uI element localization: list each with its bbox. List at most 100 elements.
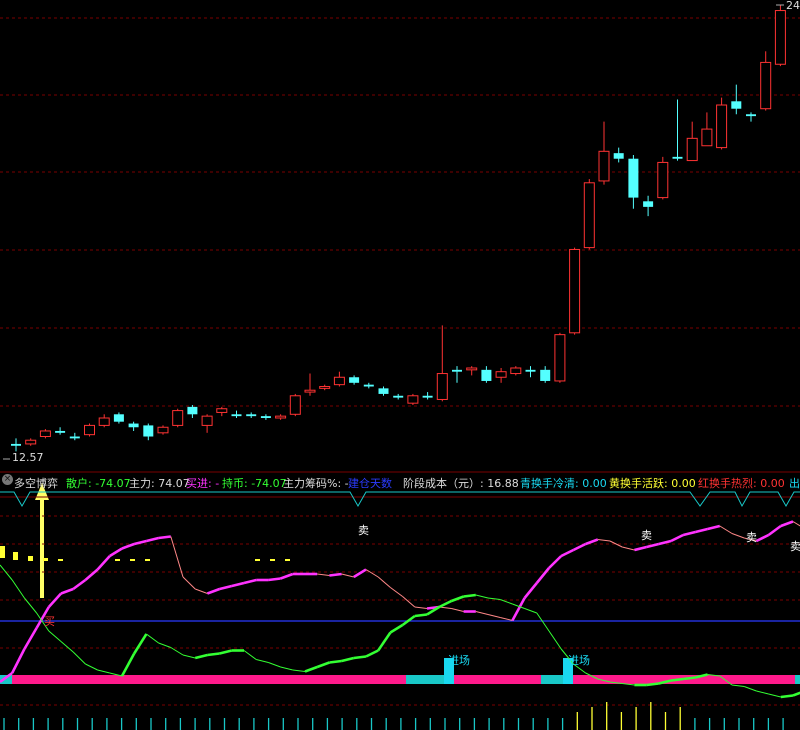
- green-line-segment: [85, 663, 98, 671]
- candle-body: [672, 156, 683, 159]
- collapse-icon[interactable]: ×: [2, 474, 13, 485]
- main-line-segment: [243, 578, 257, 585]
- green-line-segment: [256, 659, 269, 663]
- indicator-lines: [0, 520, 800, 699]
- candle-body: [201, 415, 213, 426]
- main-line-segment: [170, 536, 184, 578]
- main-line-segment: [60, 587, 74, 595]
- green-line-segment: [438, 599, 452, 609]
- green-line-segment: [133, 633, 148, 655]
- green-line-segment: [60, 641, 74, 653]
- candle-body: [289, 395, 301, 415]
- retail-value: 散户: -74.07: [66, 477, 131, 490]
- green-line-segment: [744, 686, 757, 692]
- candle-body: [231, 414, 242, 417]
- main-line-segment: [597, 539, 611, 542]
- main-line-segment: [780, 520, 794, 528]
- green-line-segment: [48, 630, 62, 642]
- chip-pct-value: 主力筹码%: -: [283, 477, 349, 490]
- sell-signal: 卖: [641, 529, 652, 542]
- green-line-segment: [146, 633, 159, 644]
- candle-body: [686, 137, 698, 162]
- green-line-segment: [219, 649, 233, 655]
- yellow-turnover-value: 黄换手活跃: 0.00: [609, 477, 696, 490]
- main-line-segment: [451, 608, 464, 612]
- green-line-segment: [792, 691, 800, 697]
- indicator-grid: [0, 496, 800, 706]
- green-line-segment: [670, 677, 684, 682]
- candle-body: [643, 201, 654, 207]
- candle-body: [55, 430, 66, 433]
- chart-canvas: [0, 4, 800, 730]
- main-line-segment: [96, 555, 111, 571]
- main-line-segment: [731, 533, 745, 539]
- green-line-segment: [389, 623, 404, 634]
- green-line-segment: [756, 690, 769, 695]
- candle-body: [363, 384, 374, 387]
- enter-signal: 进场: [448, 654, 470, 667]
- main-line-segment: [109, 547, 123, 558]
- main-line-segment: [365, 569, 379, 578]
- candle-body: [774, 10, 786, 65]
- high-price-label: 24: [786, 0, 800, 12]
- candle-body: [422, 395, 433, 398]
- candle-body: [466, 367, 478, 371]
- main-line-segment: [500, 617, 513, 621]
- green-line-segment: [207, 652, 220, 657]
- green-line-segment: [683, 676, 696, 681]
- candle-body: [598, 150, 610, 182]
- stage-cost-value: 阶段成本（元）: 16.88: [403, 477, 519, 490]
- green-line-segment: [182, 654, 196, 659]
- main-line-segment: [23, 627, 38, 650]
- cyan-turnover-value: 青换手冷清: 0.00: [520, 477, 607, 490]
- main-line-segment: [585, 538, 599, 546]
- low-price-label: 12.57: [12, 451, 44, 464]
- candle-body: [84, 424, 95, 436]
- main-line-segment: [719, 525, 733, 534]
- candle-body: [495, 371, 507, 378]
- main-line-segment: [487, 614, 501, 618]
- candle-body: [436, 373, 448, 400]
- candle-body: [143, 425, 154, 437]
- sell-signal: 卖: [358, 524, 369, 537]
- volume-ticks: [3, 702, 784, 730]
- green-line-segment: [304, 665, 318, 673]
- main-line-segment: [72, 578, 87, 591]
- main-line-segment: [767, 524, 782, 537]
- candle-body: [760, 61, 772, 110]
- candle-body: [157, 426, 169, 434]
- green-line-segment: [280, 666, 293, 671]
- candle-body: [187, 406, 198, 415]
- green-line-segment: [463, 593, 476, 598]
- green-line-segment: [646, 682, 659, 687]
- buy-signal: 买: [44, 615, 55, 628]
- main-line-segment: [682, 530, 696, 537]
- candle-body: [407, 395, 419, 404]
- green-line-segment: [316, 661, 330, 669]
- indicator-name[interactable]: 多空博弈: [14, 474, 58, 494]
- candle-body: [25, 439, 37, 445]
- candle-body: [569, 248, 581, 334]
- candle-body: [510, 367, 522, 375]
- hold-value: 持币: -74.07: [222, 477, 287, 490]
- green-line-segment: [72, 651, 86, 665]
- candle-body: [393, 395, 404, 398]
- green-line-segment: [268, 662, 281, 668]
- candle-body: [701, 128, 713, 147]
- main-line-segment: [622, 546, 635, 551]
- enter-signal: 进场: [568, 654, 590, 667]
- main-line-segment: [548, 555, 563, 569]
- candle-body: [378, 388, 389, 394]
- main-line-segment: [317, 573, 330, 576]
- green-line-segment: [158, 642, 171, 648]
- green-line-segment: [780, 694, 794, 699]
- candle-body: [731, 101, 742, 109]
- green-line-segment: [536, 612, 550, 632]
- main-line-segment: [146, 536, 159, 543]
- green-line-segment: [365, 649, 379, 658]
- band-segment: [406, 675, 444, 684]
- green-line-segment: [292, 669, 306, 672]
- candle-body: [128, 423, 139, 428]
- candle-series: [11, 5, 786, 452]
- green-line-segment: [475, 594, 489, 599]
